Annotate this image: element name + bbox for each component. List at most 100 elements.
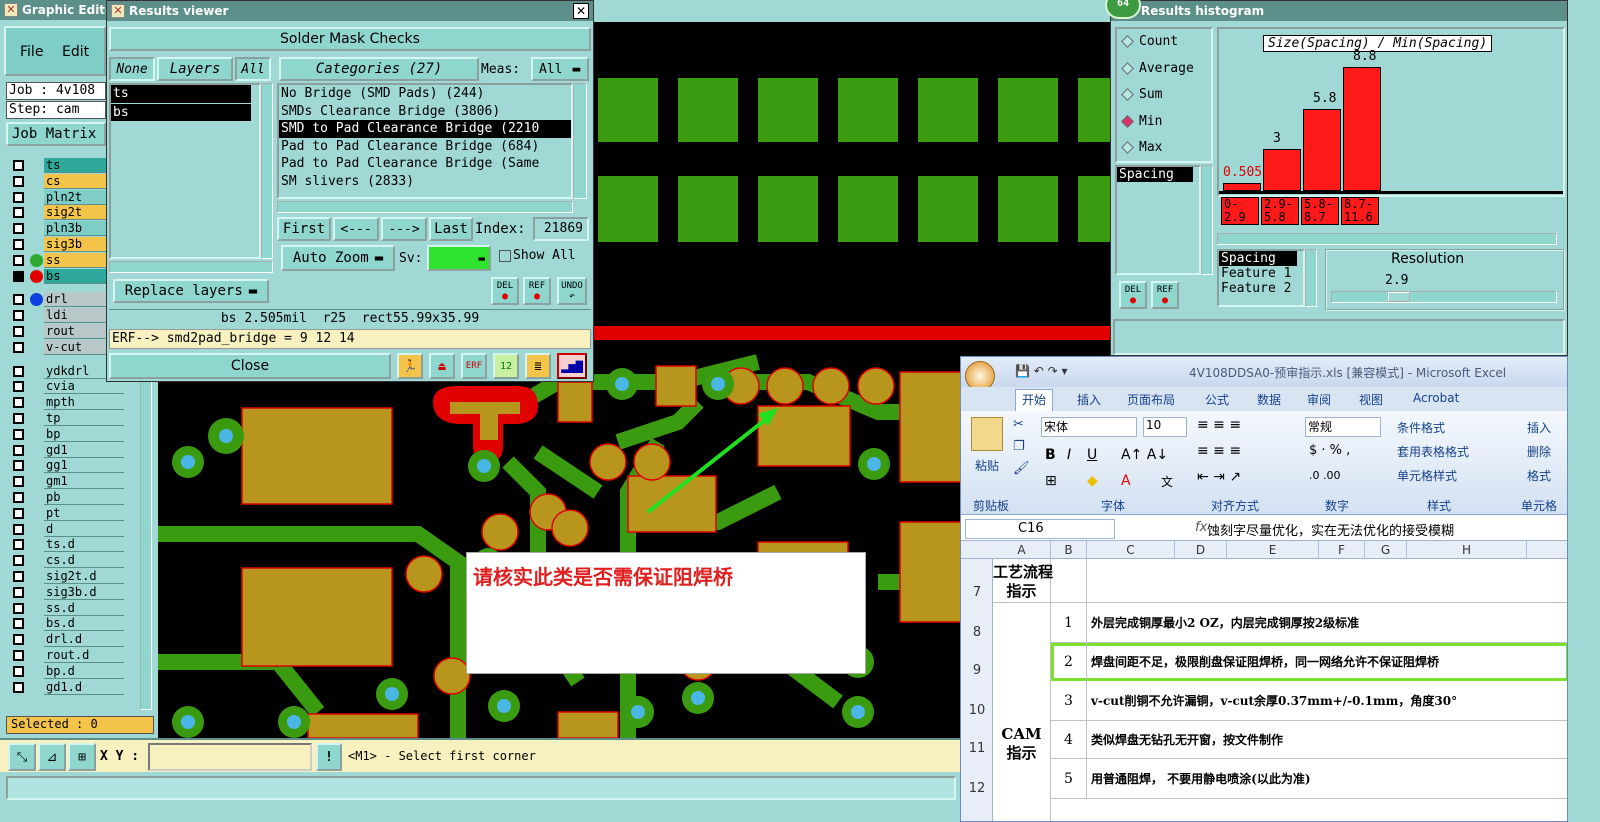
- layer-checkbox[interactable]: [13, 310, 24, 322]
- ref-button[interactable]: REF ●: [523, 277, 551, 305]
- font-size-select[interactable]: 10: [1143, 417, 1187, 437]
- insert-button[interactable]: 插入: [1527, 419, 1551, 436]
- close-button[interactable]: Close: [109, 353, 391, 379]
- layer-row[interactable]: gd1.d: [10, 679, 128, 695]
- layer-checkbox[interactable]: [13, 413, 24, 424]
- row-text-cell[interactable]: 焊盘间距不足，极限削盘保证阻焊桥，同一网络允许不保证阻焊桥: [1091, 643, 1439, 681]
- resolution-slider-handle[interactable]: [1388, 292, 1410, 302]
- zoom-area-icon[interactable]: ⤡: [8, 743, 36, 771]
- category-scrollbar[interactable]: [573, 83, 587, 199]
- ribbon-tab[interactable]: 插入: [1071, 391, 1107, 408]
- measure-radio[interactable]: Sum: [1117, 82, 1211, 109]
- category-item[interactable]: SMD to Pad Clearance Bridge (2210: [279, 120, 571, 138]
- row-number[interactable]: 9: [961, 663, 993, 678]
- layer-checkbox[interactable]: [13, 175, 24, 187]
- formula-content[interactable]: 蚀刻字尽量优化，实在无法优化的接受模糊: [1207, 520, 1454, 539]
- row-index-cell[interactable]: 2: [1051, 643, 1087, 681]
- layer-row[interactable]: d: [10, 521, 128, 537]
- sheet-grid[interactable]: 7 8 1 外层完成铜厚最小2 OZ，内层完成铜厚按2级标准 9 2 焊盘间距不足，极限削盘…: [961, 559, 1567, 821]
- layer-checkbox[interactable]: [13, 270, 24, 282]
- cond-format-button[interactable]: 条件格式: [1397, 419, 1445, 436]
- row-number[interactable]: 8: [961, 625, 993, 640]
- measure-icon[interactable]: ⊿: [38, 743, 66, 771]
- layer-listbox-hscroll[interactable]: [109, 261, 273, 273]
- layer-row[interactable]: bs.d: [10, 616, 128, 632]
- person-icon[interactable]: 🏃: [397, 353, 423, 379]
- name-box[interactable]: C16: [965, 519, 1115, 539]
- column-header[interactable]: C: [1087, 541, 1175, 559]
- spacing-item[interactable]: Spacing: [1117, 167, 1193, 182]
- layer-row[interactable]: sig3b.d: [10, 584, 128, 600]
- layer-checkbox[interactable]: [13, 507, 24, 519]
- feature-list[interactable]: Spacing Feature 1 Feature 2: [1217, 249, 1305, 307]
- delete-button[interactable]: 删除: [1527, 443, 1551, 460]
- font-name-select[interactable]: 宋体: [1041, 417, 1137, 437]
- layer-row[interactable]: ts.d: [10, 537, 128, 553]
- column-header[interactable]: H: [1407, 541, 1527, 559]
- row-index-cell[interactable]: 5: [1051, 759, 1087, 799]
- layer-checkbox[interactable]: [13, 239, 24, 250]
- column-header[interactable]: G: [1365, 541, 1407, 559]
- underline-icon[interactable]: U: [1087, 447, 1097, 463]
- layer-listbox-scrollbar[interactable]: [261, 83, 273, 259]
- cam-label[interactable]: CAM 指示: [993, 603, 1051, 821]
- layer-checkbox[interactable]: [13, 602, 24, 614]
- histogram-icon[interactable]: ▂▅▇: [557, 353, 587, 379]
- category-item[interactable]: Pad to Pad Clearance Bridge (Same: [279, 155, 571, 173]
- decimal-icon[interactable]: .0 .00: [1309, 469, 1341, 482]
- border-icon[interactable]: ⊞: [1045, 473, 1057, 489]
- feature-scrollbar[interactable]: [1305, 249, 1317, 307]
- rv-layer-item[interactable]: bs: [111, 103, 251, 121]
- table-row[interactable]: [1051, 559, 1567, 603]
- layer-listbox[interactable]: ts bs: [109, 83, 261, 259]
- align-left-icon[interactable]: ≡ ≡ ≡: [1197, 443, 1241, 459]
- meas-select[interactable]: All ▬: [531, 57, 589, 81]
- ribbon-tab[interactable]: 公式: [1199, 391, 1235, 408]
- undo-button[interactable]: UNDO ↶: [557, 277, 587, 305]
- ribbon-tab[interactable]: 数据: [1251, 391, 1287, 408]
- layer-checkbox[interactable]: [13, 326, 24, 337]
- resolution-slider[interactable]: [1331, 291, 1557, 303]
- layer-checkbox[interactable]: [13, 476, 24, 488]
- category-item[interactable]: No Bridge (SMD Pads) (244): [279, 85, 571, 103]
- prev-button[interactable]: <---: [333, 217, 379, 241]
- layer-checkbox[interactable]: [13, 294, 24, 306]
- xy-input[interactable]: [148, 743, 312, 771]
- layer-checkbox[interactable]: [13, 681, 24, 693]
- layer-checkbox[interactable]: [13, 365, 24, 377]
- fill-color-icon[interactable]: ◆: [1087, 473, 1098, 489]
- category-item[interactable]: SM slivers (2833): [279, 173, 571, 191]
- layer-row[interactable]: bp: [10, 426, 128, 442]
- number-format-select[interactable]: 常规: [1305, 417, 1381, 437]
- hist-del-button[interactable]: DEL ●: [1119, 281, 1147, 309]
- rv-layer-item[interactable]: ts: [111, 85, 251, 103]
- menu-file[interactable]: File: [20, 44, 43, 60]
- layer-checkbox[interactable]: [13, 381, 24, 393]
- layer-row[interactable]: gd1: [10, 442, 128, 458]
- align-top-icon[interactable]: ≡ ≡ ≡: [1197, 417, 1241, 433]
- ribbon-tab[interactable]: Acrobat: [1407, 391, 1465, 405]
- none-button[interactable]: None: [109, 57, 155, 81]
- layer-row[interactable]: pb: [10, 490, 128, 505]
- table-format-button[interactable]: 套用表格格式: [1397, 443, 1469, 460]
- indent-icon[interactable]: ⇤ ⇥ ↗: [1197, 469, 1241, 485]
- replace-layers-select[interactable]: Replace layers ▬: [113, 279, 269, 303]
- layer-checkbox[interactable]: [13, 539, 24, 551]
- quick-access-icons[interactable]: 💾 ↶ ↷ ▾: [1015, 364, 1068, 378]
- index-field[interactable]: 21869: [533, 217, 589, 241]
- last-button[interactable]: Last: [429, 217, 473, 241]
- hist-ref-button[interactable]: REF ●: [1151, 281, 1179, 309]
- ribbon-tab[interactable]: 视图: [1353, 391, 1389, 408]
- layer-row[interactable]: ss.d: [10, 600, 128, 616]
- layer-row[interactable]: tp: [10, 411, 128, 426]
- counter-icon[interactable]: 12: [493, 353, 519, 379]
- paste-label[interactable]: 粘贴: [975, 457, 999, 474]
- all-button[interactable]: All: [235, 57, 271, 81]
- measure-radio[interactable]: Max: [1117, 135, 1211, 162]
- histogram-hscroll[interactable]: [1217, 233, 1557, 245]
- feature-item[interactable]: Feature 1: [1219, 266, 1303, 281]
- layer-checkbox[interactable]: [13, 191, 24, 203]
- wen-icon[interactable]: 文: [1161, 473, 1173, 490]
- layer-row[interactable]: bp.d: [10, 663, 128, 679]
- categories-button[interactable]: Categories (27): [279, 57, 479, 81]
